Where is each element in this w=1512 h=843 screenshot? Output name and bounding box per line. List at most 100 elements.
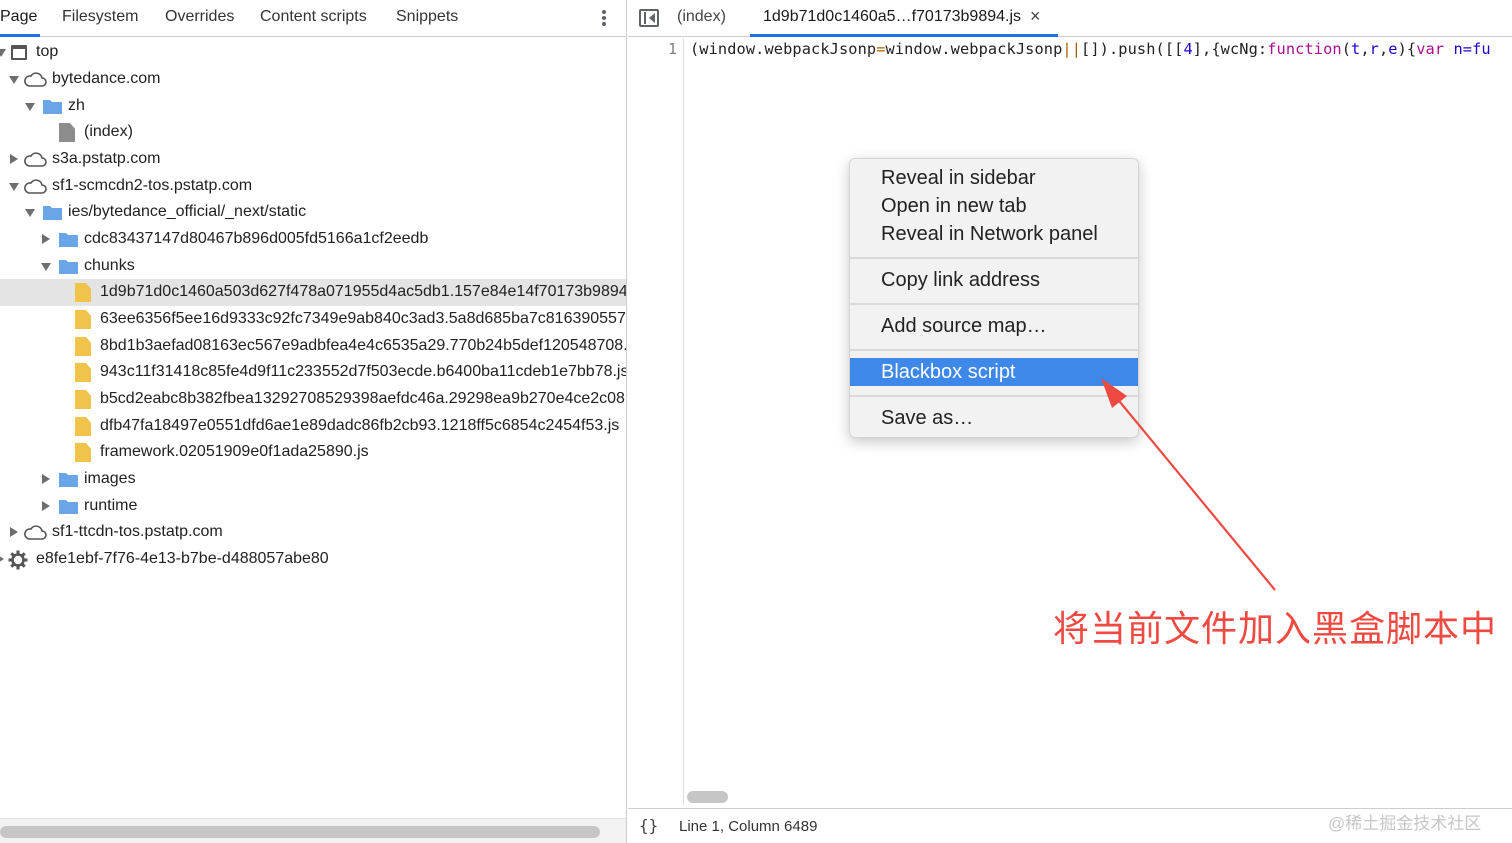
sources-navigator-panel: Page Filesystem Overrides Content script… — [0, 0, 627, 843]
file-tree: top bytedance.com zh (index) s3a.pstatp.… — [0, 38, 627, 818]
tab-content-scripts[interactable]: Content scripts — [260, 8, 367, 26]
code-token: 4 — [1183, 40, 1193, 58]
code-token: = — [876, 40, 886, 58]
tree-item-script[interactable]: framework.02051909e0f1ada25890.js — [0, 439, 626, 466]
code-token: || — [1062, 40, 1082, 58]
tree-item-folder[interactable]: zh — [0, 93, 626, 120]
tree-item-top[interactable]: top — [0, 39, 626, 66]
tree-item-folder[interactable]: ies/bytedance_official/_next/static — [0, 199, 626, 226]
tree-item-label: 1d9b71d0c1460a503d627f478a071955d4ac5db1… — [100, 283, 627, 300]
tree-item-label: cdc83437147d80467b896d005fd5166a1cf2eedb — [84, 230, 429, 247]
active-tab-indicator — [750, 34, 1058, 37]
kebab-menu-icon[interactable] — [596, 8, 612, 30]
script-file-icon — [75, 443, 91, 462]
code-token: []).push([[ — [1081, 40, 1184, 58]
expand-arrow-icon[interactable] — [41, 263, 51, 271]
code-token: (window.webpackJsonp — [690, 40, 877, 58]
expand-arrow-icon[interactable] — [0, 49, 6, 57]
code-token: r — [1369, 40, 1379, 58]
tree-item-domain[interactable]: sf1-scmcdn2-tos.pstatp.com — [0, 173, 626, 200]
expand-arrow-icon[interactable] — [9, 183, 19, 191]
tree-item-label: ies/bytedance_official/_next/static — [68, 203, 307, 220]
folder-icon — [43, 206, 62, 220]
tree-item-label: images — [84, 470, 136, 487]
code-horizontal-scrollbar[interactable] — [687, 791, 728, 803]
tree-item-label: top — [36, 43, 59, 60]
cloud-icon — [24, 152, 47, 167]
tree-item-label: 943c11f31418c85fe4d9f11c233552d7f503ecde… — [100, 363, 627, 380]
tab-index[interactable]: (index) — [677, 8, 726, 26]
annotation-label: 将当前文件加入黑盒脚本中 — [1053, 609, 1498, 650]
code-token: ],{wcNg: — [1192, 40, 1268, 58]
tree-item-script[interactable]: dfb47fa18497e0551dfd6ae1e89dadc86fb2cb93… — [0, 413, 626, 440]
menu-item-copy-link-address[interactable]: Copy link address — [850, 266, 1138, 294]
folder-icon — [59, 500, 78, 514]
collapse-arrow-icon[interactable] — [42, 474, 50, 484]
tree-item-script[interactable]: 8bd1b3aefad08163ec567e9adbfea4e4c6535a29… — [0, 333, 626, 360]
tree-item-label: bytedance.com — [52, 70, 161, 87]
collapse-arrow-icon[interactable] — [10, 154, 18, 164]
horizontal-scrollbar[interactable] — [0, 826, 600, 838]
menu-item-reveal-in-network[interactable]: Reveal in Network panel — [850, 220, 1138, 248]
code-line[interactable]: (window.webpackJsonp=window.webpackJsonp… — [690, 40, 1512, 62]
collapse-arrow-icon[interactable] — [42, 234, 50, 244]
tree-item-label: (index) — [84, 123, 133, 140]
collapse-arrow-icon[interactable] — [42, 501, 50, 511]
tree-item-label: chunks — [84, 257, 135, 274]
document-icon — [59, 123, 75, 142]
tab-page[interactable]: Page — [0, 8, 37, 26]
script-file-icon — [75, 310, 91, 329]
active-tab-indicator — [0, 34, 40, 37]
collapse-arrow-icon[interactable] — [0, 554, 4, 564]
tab-filesystem[interactable]: Filesystem — [62, 8, 138, 26]
gear-icon — [8, 550, 28, 570]
tree-item-domain[interactable]: s3a.pstatp.com — [0, 146, 626, 173]
toggle-navigator-icon[interactable] — [639, 9, 659, 27]
script-file-icon — [75, 363, 91, 382]
tree-item-script[interactable]: 943c11f31418c85fe4d9f11c233552d7f503ecde… — [0, 359, 627, 386]
script-file-icon — [75, 337, 91, 356]
code-token: function — [1267, 40, 1342, 58]
menu-item-blackbox-script[interactable]: Blackbox script — [850, 358, 1138, 386]
tree-item-file[interactable]: (index) — [0, 119, 626, 146]
menu-item-reveal-in-sidebar[interactable]: Reveal in sidebar — [850, 164, 1138, 192]
code-token: n=fu — [1444, 40, 1491, 58]
tree-item-domain[interactable]: sf1-ttcdn-tos.pstatp.com — [0, 519, 626, 546]
tree-item-domain[interactable]: bytedance.com — [0, 66, 626, 93]
close-icon[interactable]: × — [1030, 6, 1041, 27]
folder-icon — [43, 100, 62, 114]
script-file-icon — [75, 390, 91, 409]
code-token: , — [1360, 40, 1370, 58]
pretty-print-button[interactable]: {} — [639, 816, 658, 835]
tree-item-script-selected[interactable]: 1d9b71d0c1460a503d627f478a071955d4ac5db1… — [0, 279, 627, 306]
expand-arrow-icon[interactable] — [25, 103, 35, 111]
menu-item-save-as[interactable]: Save as… — [850, 404, 1138, 432]
tree-item-folder[interactable]: cdc83437147d80467b896d005fd5166a1cf2eedb — [0, 226, 626, 253]
tree-item-label: 63ee6356f5ee16d9333c92fc7349e9ab840c3ad3… — [100, 310, 627, 327]
tree-item-script[interactable]: 63ee6356f5ee16d9333c92fc7349e9ab840c3ad3… — [0, 306, 627, 333]
collapse-arrow-icon[interactable] — [10, 527, 18, 537]
folder-icon — [59, 473, 78, 487]
code-token: var — [1416, 40, 1445, 58]
tab-active-file[interactable]: 1d9b71d0c1460a5…f70173b9894.js — [763, 8, 1021, 26]
expand-arrow-icon[interactable] — [9, 76, 19, 84]
menu-item-add-source-map[interactable]: Add source map… — [850, 312, 1138, 340]
code-token: e — [1388, 40, 1398, 58]
tree-item-folder[interactable]: images — [0, 466, 626, 493]
tree-item-extension[interactable]: e8fe1ebf-7f76-4e13-b7be-d488057abe80 — [0, 546, 626, 573]
expand-arrow-icon[interactable] — [25, 209, 35, 217]
menu-separator — [850, 395, 1138, 397]
tab-overrides[interactable]: Overrides — [165, 8, 234, 26]
tree-item-label: dfb47fa18497e0551dfd6ae1e89dadc86fb2cb93… — [100, 417, 620, 434]
menu-item-open-in-new-tab[interactable]: Open in new tab — [850, 192, 1138, 220]
tree-item-folder[interactable]: chunks — [0, 253, 626, 280]
code-token: ( — [1341, 40, 1352, 58]
tree-item-script[interactable]: b5cd2eabc8b382fbea13292708529398aefdc46a… — [0, 386, 626, 413]
line-number-gutter: 1 — [628, 38, 684, 806]
tree-item-folder[interactable]: runtime — [0, 493, 626, 520]
tab-snippets[interactable]: Snippets — [396, 8, 458, 26]
menu-separator — [850, 257, 1138, 259]
tree-item-label: framework.02051909e0f1ada25890.js — [100, 443, 369, 460]
code-token: window.webpackJsonp — [885, 40, 1063, 58]
script-file-icon — [75, 283, 91, 302]
